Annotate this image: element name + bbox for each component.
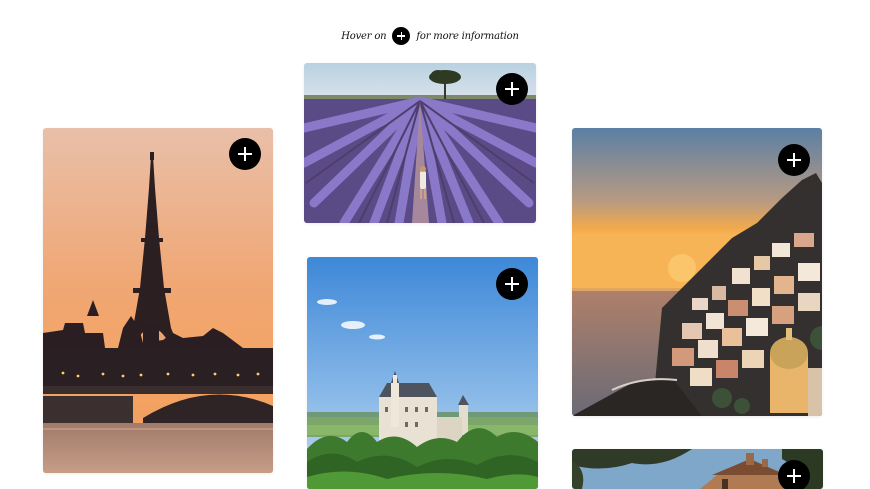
plus-icon[interactable] [778,460,810,489]
gallery-card-positano[interactable] [572,128,822,416]
gallery-card-paris[interactable] [43,128,273,473]
plus-icon[interactable] [778,144,810,176]
gallery-card-house[interactable] [572,449,823,489]
plus-icon[interactable] [496,268,528,300]
page: Hover on for more information [0,0,870,489]
gallery-card-castle[interactable] [307,257,538,489]
hint-prefix: Hover on [341,30,387,42]
plus-icon[interactable] [496,73,528,105]
plus-icon [392,27,411,45]
plus-icon[interactable] [229,138,261,170]
hover-hint: Hover on for more information [0,27,860,45]
hint-suffix: for more information [416,30,519,42]
eiffel-tower-photo [43,128,273,473]
gallery-card-lavender[interactable] [304,63,536,223]
